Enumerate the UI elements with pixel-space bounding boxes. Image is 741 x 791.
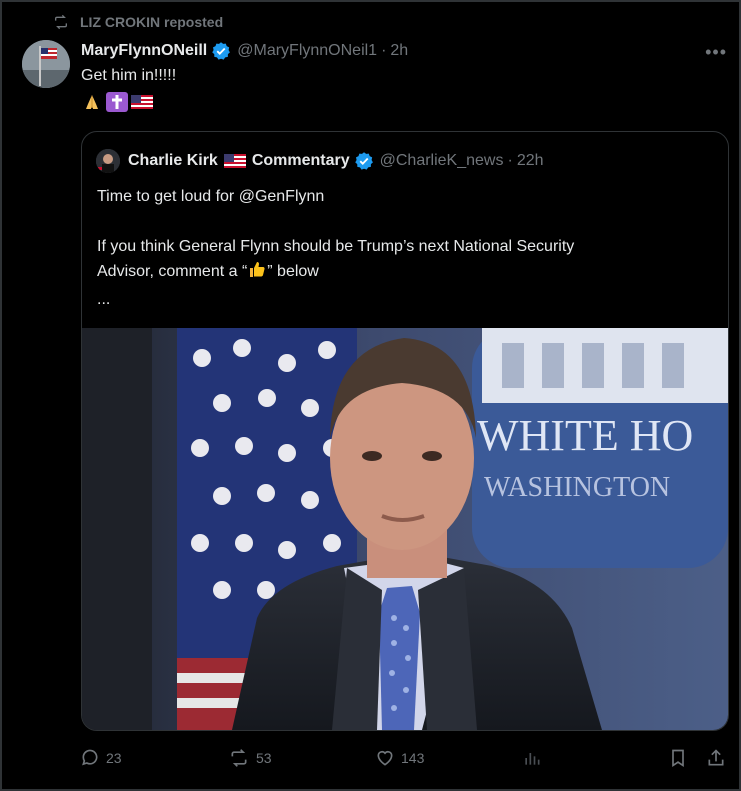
reply-icon (82, 749, 98, 766)
quoted-text-ellipsis: ... (97, 291, 111, 308)
quoted-post-header: Charlie Kirk Commentary @CharlieK_news ·… (96, 149, 544, 173)
quoted-text-line2b: Advisor, comment a “ ” below (97, 259, 697, 287)
latin-cross-emoji-icon (106, 92, 128, 112)
quoted-post-text: Time to get loud for @GenFlynn If you th… (97, 184, 697, 312)
bookmark-icon (672, 749, 684, 768)
quoted-handle[interactable]: @CharlieK_news (380, 152, 504, 170)
analytics-bar-icon (525, 753, 540, 765)
reply-button[interactable]: 23 (80, 748, 122, 768)
post-timestamp[interactable]: 2h (390, 42, 408, 60)
post-header: MaryFlynnONeill @MaryFlynnONeil1 · 2h (81, 39, 408, 63)
repost-indicator[interactable]: LIZ CROKIN reposted (52, 12, 223, 32)
quoted-text-line2b-post: ” below (267, 263, 319, 280)
post-emojis (81, 92, 153, 112)
verified-badge-icon (212, 42, 231, 60)
more-options-icon[interactable]: ••• (705, 42, 727, 63)
repost-count: 53 (256, 750, 272, 766)
post-dot-separator: · (381, 42, 387, 59)
like-count: 143 (401, 750, 425, 766)
quoted-text-line1: Time to get loud for @GenFlynn (97, 188, 325, 205)
sign-line1: WHITE HO (477, 411, 693, 460)
repost-action-icon (231, 749, 247, 767)
repost-label: LIZ CROKIN reposted (80, 14, 224, 30)
quoted-avatar[interactable] (96, 149, 120, 173)
quoted-verified-badge-icon (354, 152, 373, 170)
share-button[interactable] (706, 748, 732, 768)
quoted-display-name-part2[interactable]: Commentary (252, 152, 350, 170)
reply-count: 23 (106, 750, 122, 766)
us-flag-emoji-icon (131, 92, 153, 112)
white-house-sign: WHITE HO WASHINGTON (472, 328, 728, 568)
avatar[interactable] (22, 40, 70, 88)
quoted-text-line2b-pre: Advisor, comment a “ (97, 263, 248, 280)
praying-hands-emoji-icon (81, 92, 103, 112)
post-text: Get him in!!!!! (81, 67, 177, 84)
post-handle[interactable]: @MaryFlynnONeil1 (237, 42, 377, 60)
heart-icon (377, 750, 393, 766)
action-bar: 23 53 143 (80, 748, 728, 772)
quoted-post-card[interactable]: Charlie Kirk Commentary @CharlieK_news ·… (81, 131, 729, 731)
repost-icon (55, 14, 67, 30)
share-icon (708, 749, 724, 766)
like-button[interactable]: 143 (375, 748, 424, 768)
repost-button[interactable]: 53 (228, 748, 272, 768)
bookmark-button[interactable] (668, 748, 694, 768)
views-button[interactable] (522, 748, 548, 768)
thumbs-up-emoji-icon (247, 259, 267, 287)
quoted-display-name-part1[interactable]: Charlie Kirk (128, 152, 218, 170)
display-name[interactable]: MaryFlynnONeill (81, 42, 207, 60)
quoted-text-blank (97, 209, 697, 234)
us-flag-icon (223, 154, 246, 168)
quoted-timestamp[interactable]: 22h (517, 152, 544, 170)
frame-left-border (0, 0, 2, 791)
quoted-text-line2a: If you think General Flynn should be Tru… (97, 238, 575, 255)
quoted-media-photo[interactable]: WHITE HO WASHINGTON (82, 328, 728, 730)
frame-top-border (0, 0, 741, 2)
sign-line2: WASHINGTON (484, 472, 670, 503)
quoted-dot-separator: · (507, 152, 513, 169)
